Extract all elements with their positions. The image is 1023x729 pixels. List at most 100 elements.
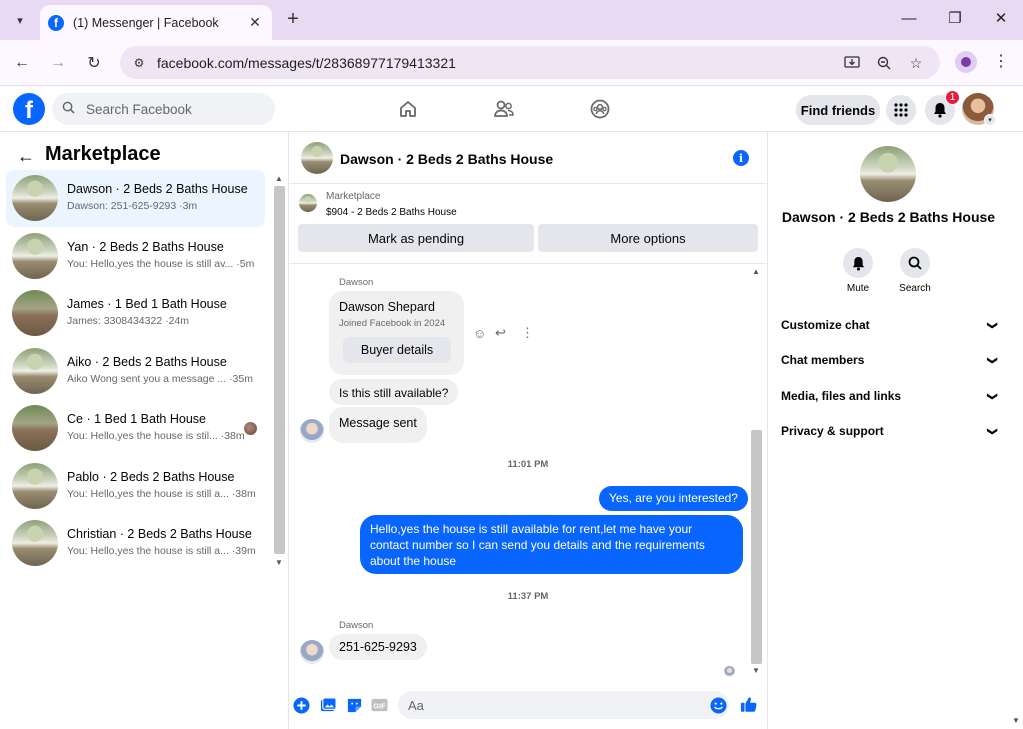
mute-button[interactable]: Mute: [834, 248, 882, 294]
address-bar[interactable]: ⚙ facebook.com/messages/t/28368977179413…: [120, 46, 940, 79]
sender-avatar[interactable]: [300, 640, 324, 664]
forward-icon[interactable]: →: [46, 51, 70, 75]
thumbs-up-icon[interactable]: [740, 695, 758, 713]
conversation-item[interactable]: Christian · 2 Beds 2 Baths House You: He…: [6, 515, 265, 572]
chat-panel: Dawson · 2 Beds 2 Baths House i Marketpl…: [289, 132, 767, 729]
react-emoji-icon[interactable]: ☺: [473, 326, 486, 341]
page-scrollbar[interactable]: ▼: [1008, 132, 1023, 729]
install-app-icon[interactable]: [842, 53, 862, 73]
conversation-preview: Aiko Wong sent you a message ... ·35m: [67, 373, 253, 385]
photo-icon[interactable]: [319, 696, 337, 714]
sender-avatar[interactable]: [300, 419, 324, 443]
conversation-list-panel: ← Marketplace Dawson · 2 Beds 2 Baths Ho…: [0, 132, 289, 729]
emoji-icon[interactable]: [709, 696, 727, 714]
conversation-item[interactable]: James · 1 Bed 1 Bath House James: 330843…: [6, 285, 265, 342]
scroll-down-arrow-icon[interactable]: ▼: [752, 666, 760, 675]
gif-icon[interactable]: GIF: [370, 696, 388, 714]
conversation-item[interactable]: Aiko · 2 Beds 2 Baths House Aiko Wong se…: [6, 343, 265, 400]
search-icon: [900, 248, 930, 278]
conversation-scrollbar[interactable]: ▲ ▼: [272, 172, 286, 572]
new-tab-icon[interactable]: +: [282, 8, 304, 30]
mute-label: Mute: [846, 283, 870, 294]
sender-label: Dawson: [339, 620, 374, 631]
tab-close-icon[interactable]: ✕: [246, 14, 264, 31]
conversation-title: Dawson · 2 Beds 2 Baths House: [781, 209, 996, 225]
conversation-name: Pablo · 2 Beds 2 Baths House: [67, 470, 235, 484]
friends-icon[interactable]: [491, 96, 517, 122]
listing-price[interactable]: $904 - 2 Beds 2 Baths House: [326, 207, 457, 218]
sticker-icon[interactable]: [345, 696, 363, 714]
browser-tab-active[interactable]: f (1) Messenger | Facebook ✕: [40, 5, 272, 40]
listing-thumbnail: [12, 463, 58, 509]
conversation-name: Christian · 2 Beds 2 Baths House: [67, 527, 252, 541]
site-settings-icon[interactable]: ⚙: [128, 52, 150, 74]
message-input-box[interactable]: [398, 691, 729, 719]
facebook-search[interactable]: [52, 93, 275, 125]
chat-title[interactable]: Dawson · 2 Beds 2 Baths House: [340, 151, 553, 167]
restore-icon[interactable]: ❐: [943, 8, 967, 30]
zoom-icon[interactable]: [874, 53, 894, 73]
mark-pending-button[interactable]: Mark as pending: [298, 224, 534, 252]
chat-members-row[interactable]: Chat members ❯: [781, 349, 997, 371]
conversation-item[interactable]: Ce · 1 Bed 1 Bath House You: Hello,yes t…: [6, 400, 265, 457]
privacy-support-row[interactable]: Privacy & support ❯: [781, 420, 997, 442]
find-friends-button[interactable]: Find friends: [796, 95, 880, 125]
conversation-preview: James: 3308434322 ·24m: [67, 315, 189, 327]
search-label: Search: [899, 283, 931, 294]
search-input[interactable]: [86, 101, 256, 117]
more-actions-icon[interactable]: ⋮: [521, 325, 534, 341]
listing-thumbnail: [12, 405, 58, 451]
scroll-up-arrow-icon[interactable]: ▲: [275, 174, 283, 183]
message-input[interactable]: [408, 697, 698, 713]
back-icon[interactable]: ←: [10, 51, 34, 75]
browser-profile-icon[interactable]: [955, 51, 977, 73]
search-in-chat-button[interactable]: Search: [891, 248, 939, 294]
media-files-links-row[interactable]: Media, files and links ❯: [781, 385, 998, 407]
scroll-down-arrow-icon[interactable]: ▼: [275, 558, 283, 567]
buyer-details-button[interactable]: Buyer details: [343, 337, 451, 363]
timestamp-separator: 11:37 PM: [507, 591, 549, 602]
facebook-favicon-icon: f: [48, 14, 64, 31]
conversation-name: Dawson · 2 Beds 2 Baths House: [67, 182, 248, 196]
menu-grid-icon[interactable]: [886, 95, 916, 125]
listing-thumbnail: [12, 520, 58, 566]
tab-title: (1) Messenger | Facebook: [73, 15, 219, 30]
listing-thumbnail: [12, 175, 58, 221]
scroll-up-arrow-icon[interactable]: ▲: [752, 267, 760, 276]
info-icon[interactable]: i: [733, 150, 749, 166]
row-label: Chat members: [781, 353, 865, 367]
customize-chat-row[interactable]: Customize chat ❯: [781, 314, 997, 336]
chat-avatar[interactable]: [301, 142, 333, 174]
browser-menu-icon[interactable]: ⋮: [993, 51, 1009, 73]
facebook-logo-icon[interactable]: f: [13, 93, 45, 125]
scrollbar-thumb[interactable]: [751, 430, 762, 664]
minimize-icon[interactable]: —: [897, 8, 921, 30]
chat-scrollbar[interactable]: ▲ ▼: [749, 264, 764, 678]
conversation-item[interactable]: Yan · 2 Beds 2 Baths House You: Hello,ye…: [6, 228, 265, 285]
plus-circle-icon[interactable]: [292, 696, 310, 714]
account-chevron-down-icon[interactable]: ▾: [984, 114, 996, 126]
row-label: Privacy & support: [781, 424, 884, 438]
read-receipt-avatar: [724, 666, 735, 677]
home-icon[interactable]: [395, 96, 421, 122]
marketplace-listing-bar: Marketplace $904 - 2 Beds 2 Baths House …: [289, 184, 767, 264]
window-close-icon[interactable]: ✕: [989, 8, 1013, 30]
back-arrow-icon[interactable]: ←: [17, 146, 35, 167]
groups-icon[interactable]: [587, 96, 613, 122]
chat-header: Dawson · 2 Beds 2 Baths House i: [289, 132, 767, 184]
chevron-down-icon: ❯: [986, 391, 998, 401]
bookmark-star-icon[interactable]: ☆: [906, 53, 926, 73]
scroll-down-arrow-icon[interactable]: ▼: [1012, 716, 1020, 725]
buyer-card: Dawson Shepard Joined Facebook in 2024 B…: [329, 291, 464, 375]
conversation-item[interactable]: Dawson · 2 Beds 2 Baths House Dawson: 25…: [6, 170, 265, 227]
more-options-button[interactable]: More options: [538, 224, 758, 252]
reply-icon[interactable]: ↩: [495, 325, 506, 341]
message-thread: Dawson Dawson Shepard Joined Facebook in…: [289, 264, 767, 686]
scrollbar-thumb[interactable]: [274, 186, 285, 554]
listing-thumbnail-small: [299, 194, 317, 212]
timestamp-separator: 11:01 PM: [507, 459, 549, 470]
reload-icon[interactable]: ↻: [82, 51, 106, 75]
tab-search-dropdown-icon[interactable]: ▾: [8, 8, 32, 32]
conversation-preview: You: Hello,yes the house is still a... ·…: [67, 545, 256, 557]
conversation-item[interactable]: Pablo · 2 Beds 2 Baths House You: Hello,…: [6, 458, 265, 515]
